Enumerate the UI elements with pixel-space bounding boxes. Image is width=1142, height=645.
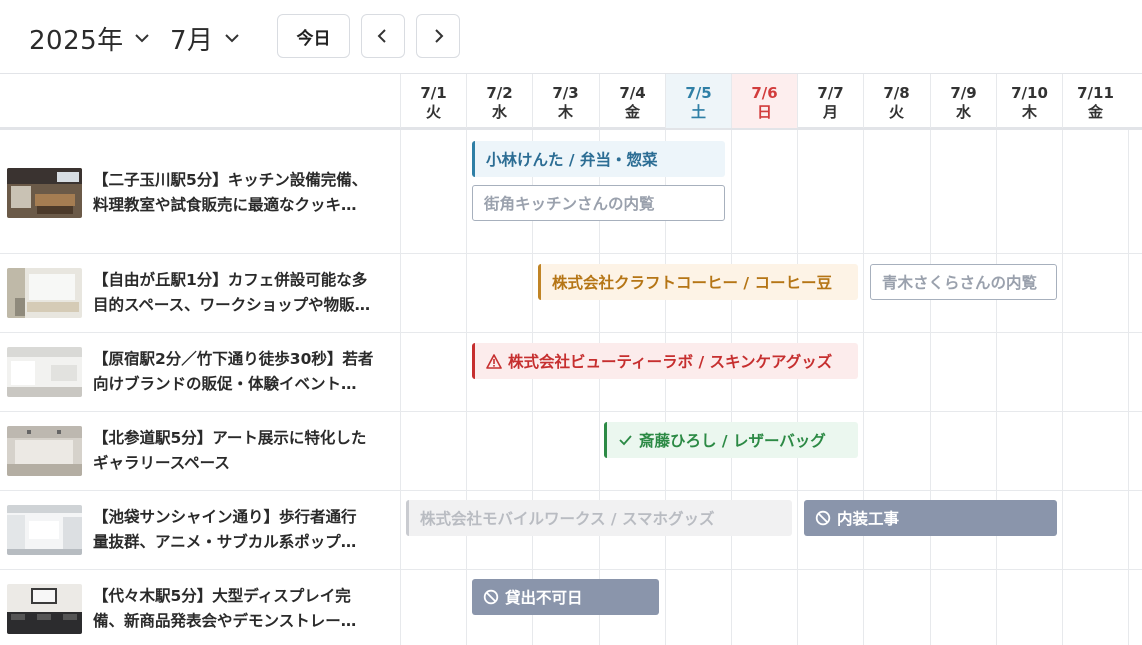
booking-bar[interactable]: 斎藤ひろし / レザーバッグ: [604, 422, 858, 458]
day-weekday: 火: [425, 103, 441, 121]
space-row: 【代々木駅5分】大型ディスプレイ完 備、新商品発表会やデモンストレー… 貸出不可…: [0, 570, 1142, 645]
day-date: 7/9: [950, 84, 977, 102]
booking-bar[interactable]: 小林けんた / 弁当・惣菜: [472, 141, 725, 177]
day-header: 7/9 水: [930, 74, 996, 128]
day-date: 7/5: [685, 84, 712, 102]
blocked-bar[interactable]: 貸出不可日: [472, 579, 659, 615]
day-date: 7/11: [1077, 84, 1114, 102]
booking-bar[interactable]: 株式会社ビューティーラボ / スキンケアグッズ: [472, 343, 858, 379]
calendar-grid: 7/1 火 7/2 水 7/3 木 7/4 金 7/5 土 7/6 日 7/7 月 7/8 火 7/9 水 7/10…: [0, 73, 1142, 645]
past-booking-bar[interactable]: 株式会社モバイルワークス / スマホグッズ: [406, 500, 792, 536]
date-header-row: 7/1 火 7/2 水 7/3 木 7/4 金 7/5 土 7/6 日 7/7 月 7/8 火 7/9 水 7/10…: [0, 73, 1142, 130]
chevron-left-icon: [377, 29, 386, 43]
calendar-toolbar: 2025年 7月 今日: [0, 0, 1142, 74]
day-header: 7/11 金: [1062, 74, 1128, 128]
space-row: 【北参道駅5分】アート展示に特化した ギャラリースペース 斎藤ひろし / レザー…: [0, 412, 1142, 491]
day-date: 7/8: [883, 84, 910, 102]
day-date: 7/1: [420, 84, 447, 102]
space-thumbnail: [7, 505, 82, 555]
day-header: 7/10 木: [996, 74, 1062, 128]
day-weekday: 金: [624, 103, 640, 121]
space-thumbnail: [7, 168, 82, 218]
day-weekday: 火: [888, 103, 904, 121]
day-weekday: 水: [955, 103, 971, 121]
month-select[interactable]: 7月: [170, 20, 242, 56]
day-header: 7/3 木: [532, 74, 598, 128]
space-info[interactable]: 【自由が丘駅1分】カフェ併設可能な多 目的スペース、ワークショップや物販…: [0, 254, 405, 332]
day-weekday: 土: [690, 103, 706, 121]
space-thumbnail: [7, 347, 82, 397]
day-date: 7/4: [619, 84, 646, 102]
space-title: 【代々木駅5分】大型ディスプレイ完 備、新商品発表会やデモンストレー…: [93, 587, 357, 630]
space-row: 【池袋サンシャイン通り】歩行者通行 量抜群、アニメ・サブカル系ポップ… 株式会社…: [0, 491, 1142, 570]
year-label: 2025年: [29, 25, 124, 56]
day-weekday: 水: [491, 103, 507, 121]
chevron-down-icon: [134, 34, 149, 43]
space-title: 【自由が丘駅1分】カフェ併設可能な多 目的スペース、ワークショップや物販…: [93, 271, 371, 314]
day-weekday: 木: [557, 103, 573, 121]
space-info[interactable]: 【代々木駅5分】大型ディスプレイ完 備、新商品発表会やデモンストレー…: [0, 570, 405, 645]
blocked-bar[interactable]: 内装工事: [804, 500, 1057, 536]
day-header: 7/2 水: [466, 74, 532, 128]
viewing-bar[interactable]: 青木さくらさんの内覧: [870, 264, 1057, 300]
month-label: 7月: [170, 25, 214, 56]
day-weekday: 木: [1021, 103, 1037, 121]
space-thumbnail: [7, 426, 82, 476]
day-date: 7/7: [817, 84, 844, 102]
viewing-bar[interactable]: 街角キッチンさんの内覧: [472, 185, 725, 221]
space-info[interactable]: 【北参道駅5分】アート展示に特化した ギャラリースペース: [0, 412, 405, 490]
block-icon: [483, 589, 499, 605]
warning-icon: [486, 353, 502, 369]
chevron-down-icon: [224, 34, 239, 43]
space-row: 【原宿駅2分／竹下通り徒歩30秒】若者 向けブランドの販促・体験イベント… 株式…: [0, 333, 1142, 412]
space-row: 【自由が丘駅1分】カフェ併設可能な多 目的スペース、ワークショップや物販… 株式…: [0, 254, 1142, 333]
space-row: 【二子玉川駅5分】キッチン設備完備、 料理教室や試食販売に最適なクッキ… 小林け…: [0, 130, 1142, 254]
day-date: 7/6: [751, 84, 778, 102]
space-info[interactable]: 【池袋サンシャイン通り】歩行者通行 量抜群、アニメ・サブカル系ポップ…: [0, 491, 405, 569]
day-weekday: 月: [822, 103, 838, 121]
day-date: 7/2: [486, 84, 513, 102]
year-select[interactable]: 2025年: [29, 20, 152, 56]
space-thumbnail: [7, 584, 82, 634]
day-weekday: 金: [1087, 103, 1103, 121]
space-info[interactable]: 【二子玉川駅5分】キッチン設備完備、 料理教室や試食販売に最適なクッキ…: [0, 130, 405, 253]
day-header: 7/1 火: [400, 74, 466, 128]
space-thumbnail: [7, 268, 82, 318]
chevron-right-icon: [435, 29, 444, 43]
day-header: 7/7 月: [797, 74, 863, 128]
day-date: 7/10: [1011, 84, 1048, 102]
day-header: 7/6 日: [731, 74, 797, 128]
space-title: 【北参道駅5分】アート展示に特化した ギャラリースペース: [93, 429, 367, 472]
space-title: 【池袋サンシャイン通り】歩行者通行 量抜群、アニメ・サブカル系ポップ…: [93, 508, 357, 551]
day-date: 7/3: [552, 84, 579, 102]
space-title: 【二子玉川駅5分】キッチン設備完備、 料理教室や試食販売に最適なクッキ…: [93, 171, 368, 214]
booking-bar[interactable]: 株式会社クラフトコーヒー / コーヒー豆: [538, 264, 858, 300]
day-header: 7/4 金: [599, 74, 665, 128]
day-weekday: 日: [756, 103, 772, 121]
block-icon: [815, 510, 831, 526]
day-header: 7/8 火: [863, 74, 929, 128]
space-title: 【原宿駅2分／竹下通り徒歩30秒】若者 向けブランドの販促・体験イベント…: [93, 350, 374, 393]
next-month-button[interactable]: [416, 14, 460, 58]
day-header: 7/5 土: [665, 74, 731, 128]
space-info[interactable]: 【原宿駅2分／竹下通り徒歩30秒】若者 向けブランドの販促・体験イベント…: [0, 333, 405, 411]
today-button[interactable]: 今日: [277, 14, 350, 58]
check-icon: [619, 435, 632, 446]
prev-month-button[interactable]: [361, 14, 405, 58]
